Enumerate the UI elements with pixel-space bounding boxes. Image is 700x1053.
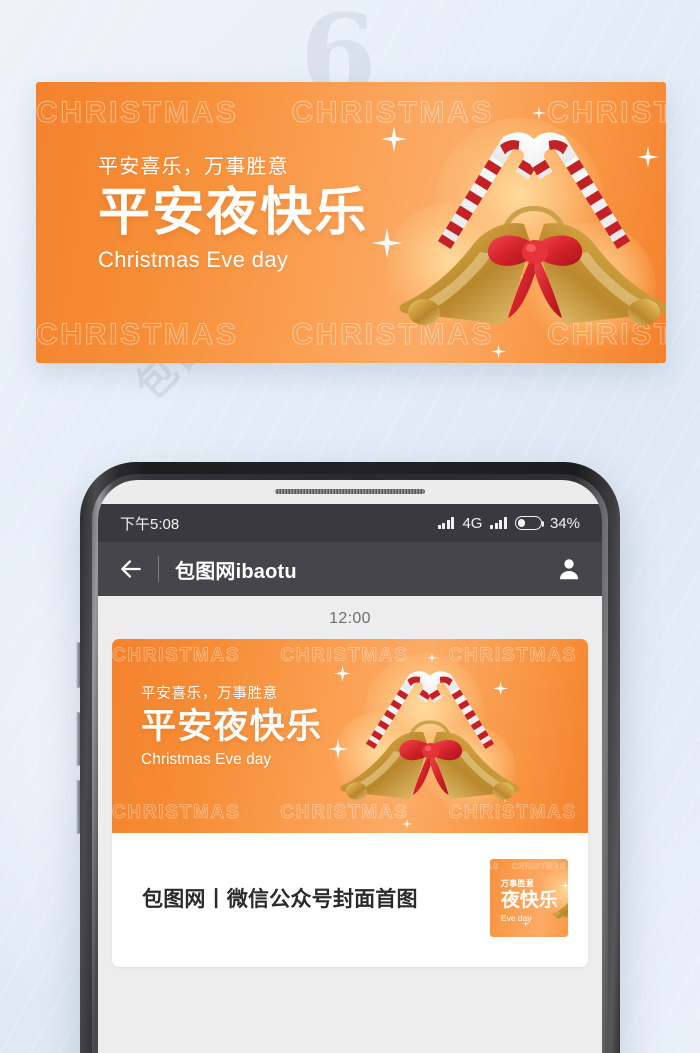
phone-volume-up-button[interactable] [76, 712, 80, 766]
signal-bars-icon [437, 517, 455, 529]
christmas-bells-illustration [340, 671, 520, 800]
hero-cover-banner: CHRISTMASCHRISTMASCHRISTMASCHRISTMAS CHR… [36, 82, 666, 363]
signal-bars-icon [490, 517, 507, 529]
thumbnail-subtitle-en: Eve day [500, 912, 532, 923]
message-banner-text-group: 平安喜乐，万事胜意 平安夜快乐 Christmas Eve day [141, 682, 322, 769]
app-bar-divider [158, 556, 159, 582]
message-banner-subtitle-en: Christmas Eve day [141, 750, 272, 768]
chat-timestamp: 12:00 [329, 610, 371, 627]
message-card-title: 包图网丨微信公众号封面首图 [142, 888, 418, 911]
message-card-thumbnail[interactable]: CHRISTMASCHRISTMASCHRISTMASCHRISTMAS [490, 859, 568, 937]
earpiece-speaker-icon [275, 489, 425, 494]
back-arrow-icon[interactable] [118, 556, 144, 582]
status-time: 下午5:08 [120, 515, 180, 533]
app-bar: 包图网ibaotu [98, 542, 602, 596]
thumbnail-subtitle-top: 万事胜意 [500, 878, 535, 888]
hero-headline: 平安夜快乐 [98, 184, 369, 242]
phone-mockup: 下午5:08 4G 34% 包图网ibaotu 12:00 CHRISTMAS … [76, 462, 620, 1053]
thumbnail-headline: 夜快乐 [500, 889, 558, 911]
hero-subtitle-top: 平安喜乐，万事胜意 [98, 156, 289, 178]
chat-message-card[interactable]: CHRISTMAS CHRISTMAS CHRISTMAS CHRISTMAS CHR… [112, 639, 588, 967]
network-type-label: 4G [462, 514, 483, 532]
phone-volume-down-button[interactable] [76, 780, 80, 834]
christmas-bells-illustration [399, 132, 666, 325]
phone-power-button[interactable] [76, 642, 80, 688]
hero-subtitle-en: Christmas Eve day [98, 247, 289, 273]
status-bar: 下午5:08 4G 34% [98, 504, 602, 542]
app-bar-title: 包图网ibaotu [175, 560, 297, 583]
battery-icon [514, 516, 545, 530]
message-banner-subtitle-top: 平安喜乐，万事胜意 [141, 686, 279, 702]
hero-text-group: 平安喜乐，万事胜意 平安夜快乐 Christmas Eve day [98, 150, 368, 273]
message-banner-headline: 平安夜快乐 [141, 707, 323, 746]
thumbnail-cover-art: CHRISTMASCHRISTMASCHRISTMASCHRISTMAS [490, 859, 568, 937]
message-card-body[interactable]: 包图网丨微信公众号封面首图 CHRISTMASCHRISTMASCHRISTMA… [112, 833, 588, 967]
person-avatar-icon[interactable] [556, 556, 582, 582]
chat-area: 12:00 CHRISTMAS CHRISTMAS CHRISTMAS CHRISTM… [98, 596, 602, 1053]
battery-percent-label: 34% [549, 514, 580, 532]
message-cover-image[interactable]: CHRISTMAS CHRISTMAS CHRISTMAS CHRISTMAS CHR… [112, 639, 588, 833]
thumbnail-text-group: 万事胜意 夜快乐 Eve day [501, 878, 558, 923]
phone-screen: 下午5:08 4G 34% 包图网ibaotu 12:00 CHRISTMAS … [98, 480, 602, 1053]
